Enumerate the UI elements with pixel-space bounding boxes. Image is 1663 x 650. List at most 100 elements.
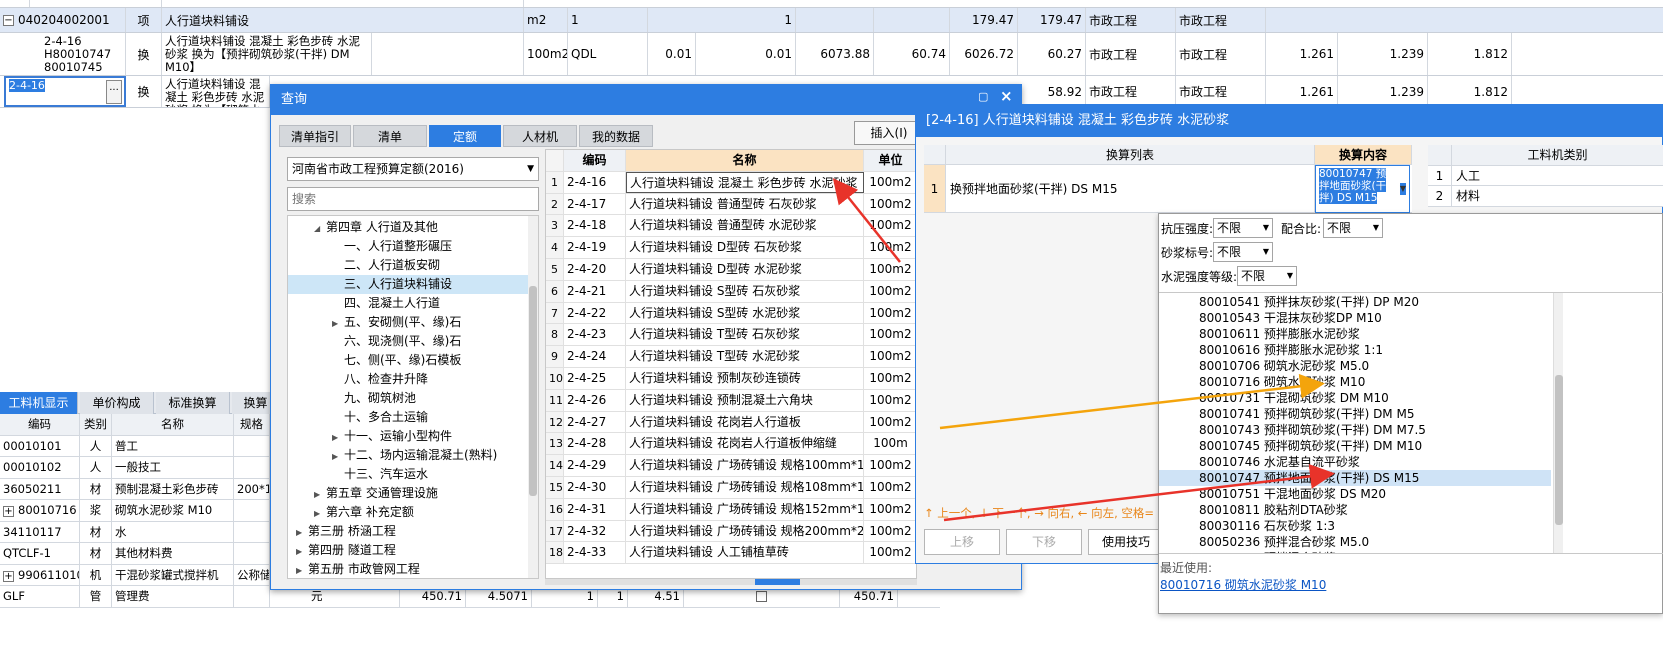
tree-toggle-icon[interactable]: ▶: [332, 428, 344, 447]
mortar-list-item[interactable]: 80010751 干混地面砂浆 DS M20: [1159, 486, 1551, 502]
table-row[interactable]: 5 2-4-20 人行道块料铺设 D型砖 水泥砂浆 100m2: [546, 259, 916, 281]
tree-toggle-icon[interactable]: ◢: [314, 219, 326, 238]
mortar-list-item[interactable]: 80010747 预拌地面砂浆(干拌) DS M15: [1159, 470, 1551, 486]
tree-node[interactable]: 七、侧(平、缘)石模板: [288, 351, 530, 370]
recent-mortar-link[interactable]: 80010716 砌筑水泥砂浆 M10: [1159, 576, 1326, 593]
table-row[interactable]: −040204002001 项 人行道块料铺设 m2 1 1 179.47 17…: [0, 8, 1663, 33]
tree-node[interactable]: 一、人行道整形碾压: [288, 237, 530, 256]
ellipsis-button[interactable]: ···: [106, 80, 122, 104]
mortar-list-item[interactable]: 80030116 石灰砂浆 1:3: [1159, 518, 1551, 534]
horizontal-scrollbar[interactable]: [545, 579, 917, 585]
expand-icon[interactable]: +: [3, 570, 14, 582]
tree-node[interactable]: 三、人行道块料铺设: [288, 275, 530, 294]
tree-toggle-icon[interactable]: ▶: [296, 542, 308, 561]
mortar-list-item[interactable]: 80010745 预拌砌筑砂浆(干拌) DM M10: [1159, 438, 1551, 454]
table-row[interactable]: 2 2-4-17 人行道块料铺设 普通型砖 石灰砂浆 100m2: [546, 193, 916, 216]
mortar-list-item[interactable]: 80010741 预拌砌筑砂浆(干拌) DM M5: [1159, 406, 1551, 422]
tree-node[interactable]: ▶ 第四册 隧道工程: [288, 541, 530, 560]
table-row[interactable]: 1 2-4-16 人行道块料铺设 混凝土 彩色步砖 水泥砂浆 100m2: [546, 171, 916, 194]
tree-node[interactable]: 十三、汽车运水: [288, 465, 530, 484]
tree-toggle-icon[interactable]: ▶: [314, 504, 326, 523]
move-down-button[interactable]: 下移: [1006, 529, 1082, 555]
tree-node[interactable]: 八、检查井升降: [288, 370, 530, 389]
table-row[interactable]: 1 人工: [1428, 165, 1663, 186]
mortar-list-item[interactable]: 80010611 预拌膨胀水泥砂浆: [1159, 326, 1551, 342]
mortar-list-item[interactable]: 80050241 预拌混合砂浆 M7.5: [1159, 550, 1551, 553]
tree-node[interactable]: ▶ 第五章 交通管理设施: [288, 484, 530, 503]
grade-filter-select[interactable]: 不限 ▼: [1213, 242, 1273, 262]
table-row[interactable]: 162-4-31人行道块料铺设 广场砖铺设 规格152mm*152mm100m2: [546, 498, 916, 521]
collapse-icon[interactable]: −: [3, 14, 14, 26]
table-row[interactable]: 12 2-4-27 人行道块料铺设 花岗岩人行道板 100m2: [546, 411, 916, 434]
scroll-thumb[interactable]: [755, 579, 800, 585]
tab-standard-conversion[interactable]: 标准换算: [156, 392, 230, 414]
tree-node[interactable]: ▶ 十二、场内运输混凝土(熟料): [288, 446, 530, 465]
table-row[interactable]: 7 2-4-22 人行道块料铺设 S型砖 水泥砂浆 100m2: [546, 302, 916, 325]
tab-bill-guide[interactable]: 清单指引: [279, 125, 351, 147]
tree-node[interactable]: 十、多合土运输: [288, 408, 530, 427]
tree-node[interactable]: 九、砌筑树池: [288, 389, 530, 408]
mortar-list-item[interactable]: 80010716 砌筑水泥砂浆 M10: [1159, 374, 1551, 390]
tab-bill[interactable]: 清单: [353, 125, 427, 147]
tab-material[interactable]: 人材机: [503, 125, 577, 147]
table-row[interactable]: 172-4-32人行道块料铺设 广场砖铺设 规格200mm*200mm100m2: [546, 520, 916, 543]
mortar-list-item[interactable]: 80050236 预拌混合砂浆 M5.0: [1159, 534, 1551, 550]
insert-button[interactable]: 插入(I): [854, 121, 924, 145]
tab-my-data[interactable]: 我的数据: [579, 125, 653, 147]
strength-filter-select[interactable]: 不限 ▼: [1213, 218, 1273, 238]
tree-node[interactable]: 二、人行道板安砌: [288, 256, 530, 275]
tree-node[interactable]: 四、混凝土人行道: [288, 294, 530, 313]
table-row[interactable]: [0, 0, 1663, 8]
tree-toggle-icon[interactable]: ▶: [332, 447, 344, 466]
tree-node[interactable]: ▶ 第五册 市政管网工程: [288, 560, 530, 578]
tree-scrollbar[interactable]: [528, 216, 538, 578]
scroll-thumb[interactable]: [529, 286, 537, 496]
quota-library-select[interactable]: 河南省市政工程预算定额(2016) ▼: [287, 157, 539, 181]
conversion-content-select[interactable]: 80010747 预拌地面砂浆(干拌) DS M15 ▼: [1315, 165, 1410, 213]
search-input[interactable]: [287, 187, 539, 211]
move-up-button[interactable]: 上移: [924, 529, 1000, 555]
table-row[interactable]: 4 2-4-19 人行道块料铺设 D型砖 石灰砂浆 100m2: [546, 237, 916, 259]
tree-node[interactable]: ▶ 十一、运输小型构件: [288, 427, 530, 446]
tab-labor-material-machine[interactable]: 工料机显示: [0, 392, 78, 414]
tab-quota[interactable]: 定额: [429, 125, 501, 147]
cement-filter-select[interactable]: 不限 ▼: [1237, 266, 1297, 286]
row-checkbox[interactable]: [756, 591, 767, 602]
tree-node[interactable]: ▶ 五、安砌侧(平、缘)石: [288, 313, 530, 332]
table-row[interactable]: 152-4-30人行道块料铺设 广场砖铺设 规格108mm*108mm100m2: [546, 477, 916, 499]
mortar-list-item[interactable]: 80010746 水泥基自流平砂浆: [1159, 454, 1551, 470]
table-row[interactable]: 10 2-4-25 人行道块料铺设 预制灰砂连锁砖 100m2: [546, 368, 916, 390]
table-row[interactable]: 2-4-16 H80010747 80010745 换 人行道块料铺设 混凝土 …: [0, 33, 1663, 76]
table-row[interactable]: 18 2-4-33 人行道块料铺设 人工铺植草砖 100m2: [546, 542, 916, 565]
table-row[interactable]: 2 材料: [1428, 186, 1663, 207]
close-icon[interactable]: ×: [1000, 87, 1014, 105]
maximize-icon[interactable]: ▢: [978, 90, 990, 103]
tab-unit-price[interactable]: 单价构成: [80, 392, 154, 414]
expand-icon[interactable]: +: [3, 506, 14, 517]
table-row[interactable]: 3 2-4-18 人行道块料铺设 普通型砖 水泥砂浆 100m2: [546, 215, 916, 238]
table-row[interactable]: 11 2-4-26 人行道块料铺设 预制混凝土六角块 100m2: [546, 389, 916, 412]
mortar-list-item[interactable]: 80010731 干混砌筑砂浆 DM M10: [1159, 390, 1551, 406]
tree-node[interactable]: 六、现浇侧(平、缘)石: [288, 332, 530, 351]
mortar-list-item[interactable]: 80010706 砌筑水泥砂浆 M5.0: [1159, 358, 1551, 374]
mortar-list-item[interactable]: 80010543 干混抹灰砂浆DP M10: [1159, 310, 1551, 326]
tree-toggle-icon[interactable]: ▶: [332, 314, 344, 333]
tree-node[interactable]: ▶ 第三册 桥涵工程: [288, 522, 530, 541]
tree-node[interactable]: ▶ 第六章 补充定额: [288, 503, 530, 522]
tree-node[interactable]: ◢ 第四章 人行道及其他: [288, 218, 530, 237]
list-scrollbar[interactable]: [1553, 293, 1563, 553]
tree-toggle-icon[interactable]: ▶: [296, 561, 308, 578]
mortar-list-item[interactable]: 80010616 预拌膨胀水泥砂浆 1:1: [1159, 342, 1551, 358]
mortar-list-item[interactable]: 80010811 胶粘剂DTA砂浆: [1159, 502, 1551, 518]
table-row[interactable]: 8 2-4-23 人行道块料铺设 T型砖 石灰砂浆 100m2: [546, 324, 916, 347]
table-row[interactable]: 13 2-4-28 人行道块料铺设 花岗岩人行道板伸缩缝 100m: [546, 433, 916, 456]
tips-button[interactable]: 使用技巧: [1088, 529, 1164, 555]
mix-filter-select[interactable]: 不限 ▼: [1323, 218, 1383, 238]
table-row[interactable]: 142-4-29人行道块料铺设 广场砖铺设 规格100mm*100mm100m2: [546, 455, 916, 477]
mortar-list-item[interactable]: 80010541 预拌抹灰砂浆(干拌) DP M20: [1159, 294, 1551, 310]
tree-toggle-icon[interactable]: ▶: [296, 523, 308, 542]
table-row[interactable]: 9 2-4-24 人行道块料铺设 T型砖 水泥砂浆 100m2: [546, 346, 916, 368]
table-row[interactable]: 6 2-4-21 人行道块料铺设 S型砖 石灰砂浆 100m2: [546, 280, 916, 303]
mortar-list-item[interactable]: 80010743 预拌砌筑砂浆(干拌) DM M7.5: [1159, 422, 1551, 438]
tree-toggle-icon[interactable]: ▶: [314, 485, 326, 504]
